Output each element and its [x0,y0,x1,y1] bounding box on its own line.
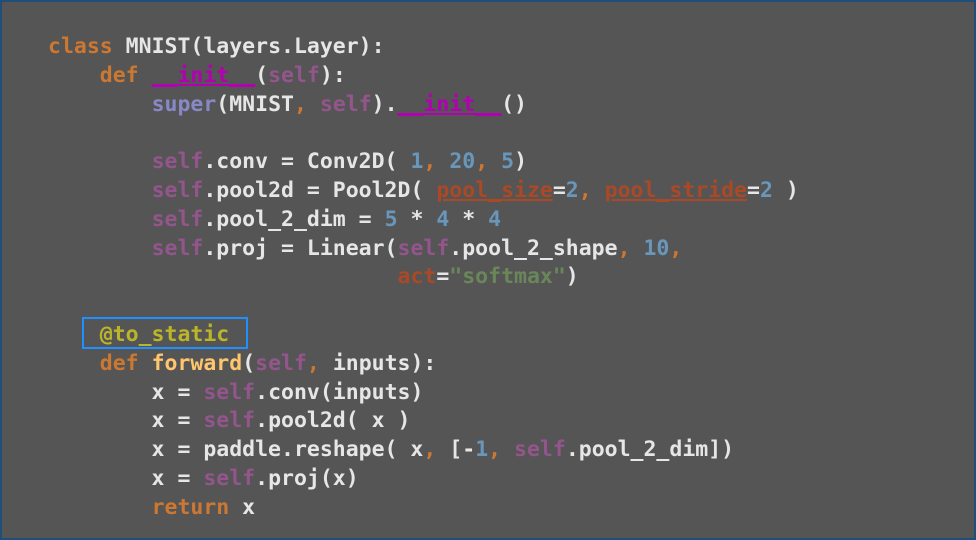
code-line[interactable]: self.pool_2_dim = 5 * 4 * 4 [48,206,799,235]
code-block[interactable]: class MNIST(layers.Layer): def __init__(… [48,33,799,523]
code-line[interactable]: x = self.proj(x) [48,465,799,494]
code-line[interactable]: x = self.pool2d( x ) [48,407,799,436]
code-line[interactable]: def forward(self, inputs): [48,350,799,379]
code-editor[interactable]: class MNIST(layers.Layer): def __init__(… [0,0,976,540]
code-line[interactable] [48,292,799,321]
code-line[interactable]: return x [48,494,799,523]
code-line[interactable] [48,119,799,148]
code-line[interactable]: x = paddle.reshape( x, [-1, self.pool_2_… [48,436,799,465]
code-line[interactable]: self.proj = Linear(self.pool_2_shape, 10… [48,235,799,264]
code-line[interactable]: class MNIST(layers.Layer): [48,33,799,62]
code-line[interactable]: self.pool2d = Pool2D( pool_size=2, pool_… [48,177,799,206]
code-line[interactable]: x = self.conv(inputs) [48,379,799,408]
code-line[interactable]: def __init__(self): [48,62,799,91]
code-line[interactable]: @to_static [48,321,799,350]
code-line[interactable]: act="softmax") [48,263,799,292]
code-line[interactable]: super(MNIST, self).__init__() [48,91,799,120]
code-line[interactable]: self.conv = Conv2D( 1, 20, 5) [48,148,799,177]
